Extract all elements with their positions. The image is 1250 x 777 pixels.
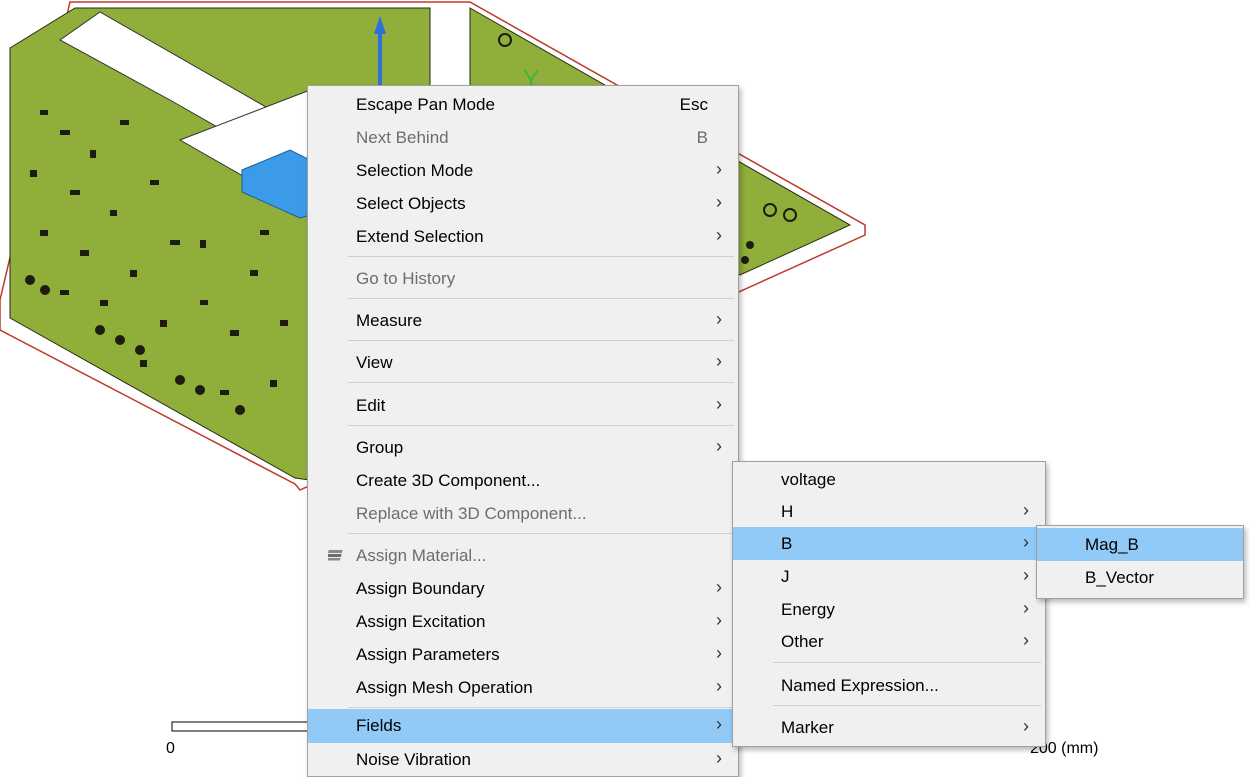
chevron-right-icon: ›: [716, 225, 722, 245]
chevron-right-icon: ›: [716, 351, 722, 371]
menu-item-label: Assign Parameters: [356, 645, 500, 664]
menu-item-noise-vibration[interactable]: Noise Vibration ›: [308, 743, 738, 776]
menu-separator: [348, 425, 734, 426]
material-icon: [328, 550, 343, 561]
menu-item-selection-mode[interactable]: Selection Mode ›: [308, 154, 738, 187]
menu-item-label: Create 3D Component...: [356, 471, 541, 490]
menu-item-escape-pan-mode[interactable]: Escape Pan Mode Esc: [308, 88, 738, 121]
menu-item-label: Assign Material...: [356, 546, 487, 565]
menu-item-label: Named Expression...: [781, 676, 939, 695]
submenu-item-named-expression[interactable]: Named Expression...: [733, 669, 1045, 702]
submenu-item-b[interactable]: B ›: [733, 527, 1045, 560]
menu-item-group[interactable]: Group ›: [308, 431, 738, 464]
menu-item-label: Extend Selection: [356, 227, 484, 246]
menu-item-label: Assign Boundary: [356, 579, 485, 598]
menu-item-label: Mag_B: [1085, 535, 1139, 554]
menu-item-label: Assign Mesh Operation: [356, 678, 533, 697]
menu-item-label: Select Objects: [356, 194, 466, 213]
menu-item-label: Next Behind: [356, 128, 449, 147]
menu-separator: [348, 298, 734, 299]
submenu-item-other[interactable]: Other ›: [733, 625, 1045, 658]
chevron-right-icon: ›: [1023, 598, 1029, 618]
chevron-right-icon: ›: [1023, 716, 1029, 736]
chevron-right-icon: ›: [716, 159, 722, 179]
menu-item-label: voltage: [781, 470, 836, 489]
chevron-right-icon: ›: [1023, 565, 1029, 585]
menu-item-label: Fields: [356, 716, 402, 735]
submenu-item-h[interactable]: H ›: [733, 495, 1045, 528]
menu-item-label: Other: [781, 632, 824, 651]
menu-item-edit[interactable]: Edit ›: [308, 389, 738, 422]
chevron-right-icon: ›: [716, 436, 722, 456]
menu-item-label: Energy: [781, 600, 835, 619]
menu-item-label: Group: [356, 438, 404, 457]
chevron-right-icon: ›: [716, 192, 722, 212]
fields-submenu: voltage H › B › J › Energy › Other › Nam…: [732, 461, 1046, 747]
context-menu: Escape Pan Mode Esc Next Behind B Select…: [307, 85, 739, 777]
menu-item-label: J: [781, 567, 790, 586]
submenu-item-b-vector[interactable]: B_Vector: [1037, 561, 1243, 594]
submenu-item-marker[interactable]: Marker ›: [733, 711, 1045, 744]
chevron-right-icon: ›: [716, 748, 722, 768]
submenu-item-j[interactable]: J ›: [733, 560, 1045, 593]
menu-separator: [348, 533, 734, 534]
menu-separator: [348, 382, 734, 383]
menu-separator: [348, 340, 734, 341]
menu-item-select-objects[interactable]: Select Objects ›: [308, 187, 738, 220]
menu-item-label: Measure: [356, 311, 423, 330]
menu-item-replace-with-3d-component[interactable]: Replace with 3D Component...: [308, 497, 738, 530]
chevron-right-icon: ›: [716, 676, 722, 696]
chevron-right-icon: ›: [716, 643, 722, 663]
menu-separator: [348, 707, 734, 708]
menu-item-label: Marker: [781, 718, 834, 737]
scale-bar: [171, 721, 313, 732]
menu-item-create-3d-component[interactable]: Create 3D Component...: [308, 464, 738, 497]
menu-item-view[interactable]: View ›: [308, 346, 738, 379]
chevron-right-icon: ›: [1023, 500, 1029, 520]
menu-item-next-behind[interactable]: Next Behind B: [308, 121, 738, 154]
menu-separator: [348, 256, 734, 257]
chevron-right-icon: ›: [716, 714, 722, 734]
b-submenu: Mag_B B_Vector: [1036, 525, 1244, 599]
menu-item-extend-selection[interactable]: Extend Selection ›: [308, 220, 738, 253]
menu-item-assign-mesh-operation[interactable]: Assign Mesh Operation ›: [308, 671, 738, 704]
chevron-right-icon: ›: [716, 610, 722, 630]
scale-start-label: 0: [166, 740, 175, 757]
chevron-right-icon: ›: [1023, 630, 1029, 650]
menu-item-assign-parameters[interactable]: Assign Parameters ›: [308, 638, 738, 671]
menu-item-label: Edit: [356, 396, 386, 415]
menu-item-go-to-history[interactable]: Go to History: [308, 262, 738, 295]
menu-item-assign-material[interactable]: Assign Material...: [308, 539, 738, 572]
submenu-item-mag-b[interactable]: Mag_B: [1037, 528, 1243, 561]
chevron-right-icon: ›: [716, 309, 722, 329]
menu-separator: [773, 662, 1041, 663]
shortcut-label: B: [696, 128, 708, 147]
menu-item-measure[interactable]: Measure ›: [308, 304, 738, 337]
menu-item-assign-excitation[interactable]: Assign Excitation ›: [308, 605, 738, 638]
menu-item-fields[interactable]: Fields ›: [308, 709, 738, 743]
chevron-right-icon: ›: [716, 394, 722, 414]
menu-item-label: B: [781, 534, 793, 553]
menu-item-label: Replace with 3D Component...: [356, 504, 587, 523]
menu-item-label: Assign Excitation: [356, 612, 486, 631]
menu-item-label: Noise Vibration: [356, 750, 471, 769]
shortcut-label: Esc: [679, 95, 708, 114]
menu-item-label: Selection Mode: [356, 161, 474, 180]
menu-item-assign-boundary[interactable]: Assign Boundary ›: [308, 572, 738, 605]
menu-item-label: B_Vector: [1085, 568, 1154, 587]
menu-separator: [773, 705, 1041, 706]
chevron-right-icon: ›: [716, 577, 722, 597]
menu-item-label: H: [781, 502, 794, 521]
submenu-item-voltage[interactable]: voltage: [733, 463, 1045, 496]
submenu-item-energy[interactable]: Energy ›: [733, 593, 1045, 626]
chevron-right-icon: ›: [1023, 532, 1029, 552]
menu-item-label: Go to History: [356, 269, 456, 288]
menu-item-label: Escape Pan Mode: [356, 95, 495, 114]
menu-item-label: View: [356, 353, 393, 372]
